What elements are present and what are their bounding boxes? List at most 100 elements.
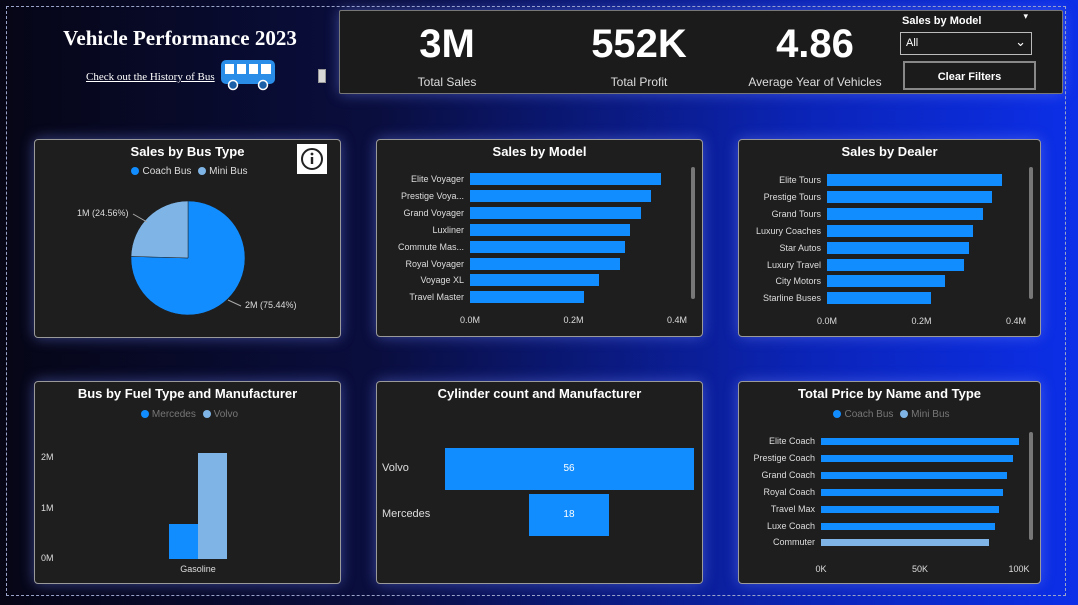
bar[interactable] <box>821 488 1004 496</box>
bar-row[interactable]: Travel Max <box>771 504 1019 513</box>
clear-filters-button[interactable]: Clear Filters <box>903 61 1036 90</box>
chevron-down-icon[interactable]: ▾ <box>1023 11 1028 22</box>
history-link[interactable]: Check out the History of Bus <box>86 71 215 83</box>
y-tick-label: 0M <box>41 553 54 563</box>
bus-icon[interactable] <box>219 58 279 92</box>
x-tick-label: 0.0M <box>459 315 481 325</box>
x-tick-label: 50K <box>911 564 929 574</box>
column-volvo[interactable] <box>198 452 227 559</box>
bar-row[interactable]: Starline Buses <box>763 292 1016 305</box>
bar-row[interactable]: Commute Mas... <box>398 240 677 253</box>
bar-row[interactable]: City Motors <box>775 275 1016 288</box>
bar[interactable] <box>827 207 983 220</box>
kpi-value: 552K <box>591 22 687 66</box>
bar-row[interactable]: Star Autos <box>779 241 1016 254</box>
bar-row[interactable]: Grand Tours <box>772 207 1016 220</box>
bar-row[interactable]: Luxe Coach <box>767 521 1019 530</box>
bar-row[interactable]: Royal Coach <box>763 487 1019 496</box>
x-tick-label: 100K <box>1008 564 1030 574</box>
funnel-bar[interactable]: 18 <box>528 494 609 536</box>
category-label: Prestige Coach <box>753 452 815 463</box>
funnel-bar[interactable]: 56 <box>444 448 694 490</box>
sales-by-bus-type-panel: Sales by Bus Type Coach Bus Mini Bus 2M … <box>34 139 341 338</box>
bar-row[interactable]: Elite Voyager <box>411 173 677 185</box>
category-label: Luxliner <box>432 224 464 235</box>
sales-by-dealer-panel: Sales by Dealer Elite Tours Prestige Tour… <box>738 139 1041 337</box>
bar[interactable] <box>470 206 641 219</box>
category-label: Volvo <box>382 462 409 474</box>
sales-by-model-panel: Sales by Model Elite Voyager Prestige Voy… <box>376 139 703 337</box>
bar-row[interactable]: Prestige Coach <box>753 453 1019 462</box>
category-label: Commuter <box>772 537 815 548</box>
total-price-panel: Total Price by Name and Type Coach Bus M… <box>738 381 1041 584</box>
y-tick-label: 2M <box>41 452 54 462</box>
category-label: Prestige Voya... <box>400 190 464 201</box>
x-tick-label: 0.2M <box>911 316 932 326</box>
category-label: Starline Buses <box>762 293 821 304</box>
bar[interactable] <box>827 174 1002 186</box>
bar-row[interactable]: Luxury Coaches <box>756 224 1016 237</box>
bar-row[interactable]: Prestige Voya... <box>401 189 677 202</box>
category-label: Prestige Tours <box>763 191 821 202</box>
bar-row[interactable]: Elite Coach <box>769 437 1019 446</box>
bar[interactable] <box>470 240 626 253</box>
bar-row[interactable]: Elite Tours <box>779 174 1016 186</box>
scrollbar[interactable] <box>1029 432 1033 540</box>
x-tick-label: 0.2M <box>563 315 584 325</box>
bar[interactable] <box>827 190 993 203</box>
pie-leader-line <box>227 299 242 307</box>
bar[interactable] <box>470 173 662 185</box>
cylinder-funnel-chart: Volvo 56 Mercedes 18 <box>377 382 702 583</box>
fuel-type-panel: Bus by Fuel Type and Manufacturer Merced… <box>34 381 341 584</box>
bar[interactable] <box>470 274 600 287</box>
dropdown-chevron-icon: ⌄ <box>1015 34 1026 49</box>
bar-row[interactable]: Luxliner <box>432 223 677 236</box>
pie-slice-mini-bus[interactable] <box>130 200 189 259</box>
scrollbar[interactable] <box>1029 167 1033 299</box>
category-label: Commute Mas... <box>397 241 464 252</box>
filter-label: Sales by Model ▾ <box>902 11 1028 27</box>
bar[interactable] <box>470 223 631 236</box>
category-label: Grand Coach <box>761 469 815 480</box>
bar[interactable] <box>827 224 974 237</box>
chart-title: Sales by Model <box>492 144 587 159</box>
category-label: Grand Tours <box>771 208 821 219</box>
bar[interactable] <box>470 257 621 270</box>
bar[interactable] <box>821 454 1014 462</box>
bar[interactable] <box>821 539 990 547</box>
bar[interactable] <box>821 522 996 530</box>
bar-row[interactable]: Royal Voyager <box>405 257 677 270</box>
bar-row[interactable]: Grand Voyager <box>403 206 677 219</box>
chart-title: Sales by Dealer <box>841 144 938 159</box>
bar[interactable] <box>827 258 965 271</box>
bar[interactable] <box>470 291 584 304</box>
chart-title: Total Price by Name and Type <box>797 386 981 401</box>
column-mercedes[interactable] <box>169 523 198 559</box>
legend-coach: Coach Bus <box>844 409 894 420</box>
bar[interactable] <box>827 241 969 254</box>
dealer-bar-chart: Elite Tours Prestige Tours Grand Tours Luxu… <box>756 174 1026 334</box>
y-tick-label: 1M <box>41 502 54 513</box>
category-label: Luxury Travel <box>766 259 821 270</box>
bar[interactable] <box>827 275 946 288</box>
category-label: Gasoline <box>180 564 216 574</box>
bar-row[interactable]: Grand Coach <box>761 470 1019 479</box>
bar[interactable] <box>827 292 931 305</box>
bar-row[interactable]: Luxury Travel <box>767 258 1016 271</box>
scrollbar[interactable] <box>691 167 695 299</box>
slicer-handle[interactable] <box>318 69 326 83</box>
bar-row[interactable]: Travel Master <box>409 291 677 304</box>
bar[interactable] <box>821 438 1019 445</box>
category-label: Royal Voyager <box>405 258 464 269</box>
bar[interactable] <box>470 189 652 202</box>
bar-row[interactable]: Prestige Tours <box>764 190 1016 203</box>
category-label: Elite Voyager <box>410 174 464 184</box>
bar-row[interactable]: Voyage XL <box>420 274 677 287</box>
model-dropdown[interactable]: All ⌄ <box>900 32 1032 55</box>
bar-row[interactable]: Commuter <box>773 538 1019 547</box>
kpi-value: 4.86 <box>776 22 854 66</box>
cylinder-panel: Cylinder count and Manufacturer Volvo 56 M… <box>376 381 703 584</box>
category-label: Travel Master <box>409 292 464 303</box>
bar[interactable] <box>821 471 1008 479</box>
bar[interactable] <box>821 505 1000 513</box>
